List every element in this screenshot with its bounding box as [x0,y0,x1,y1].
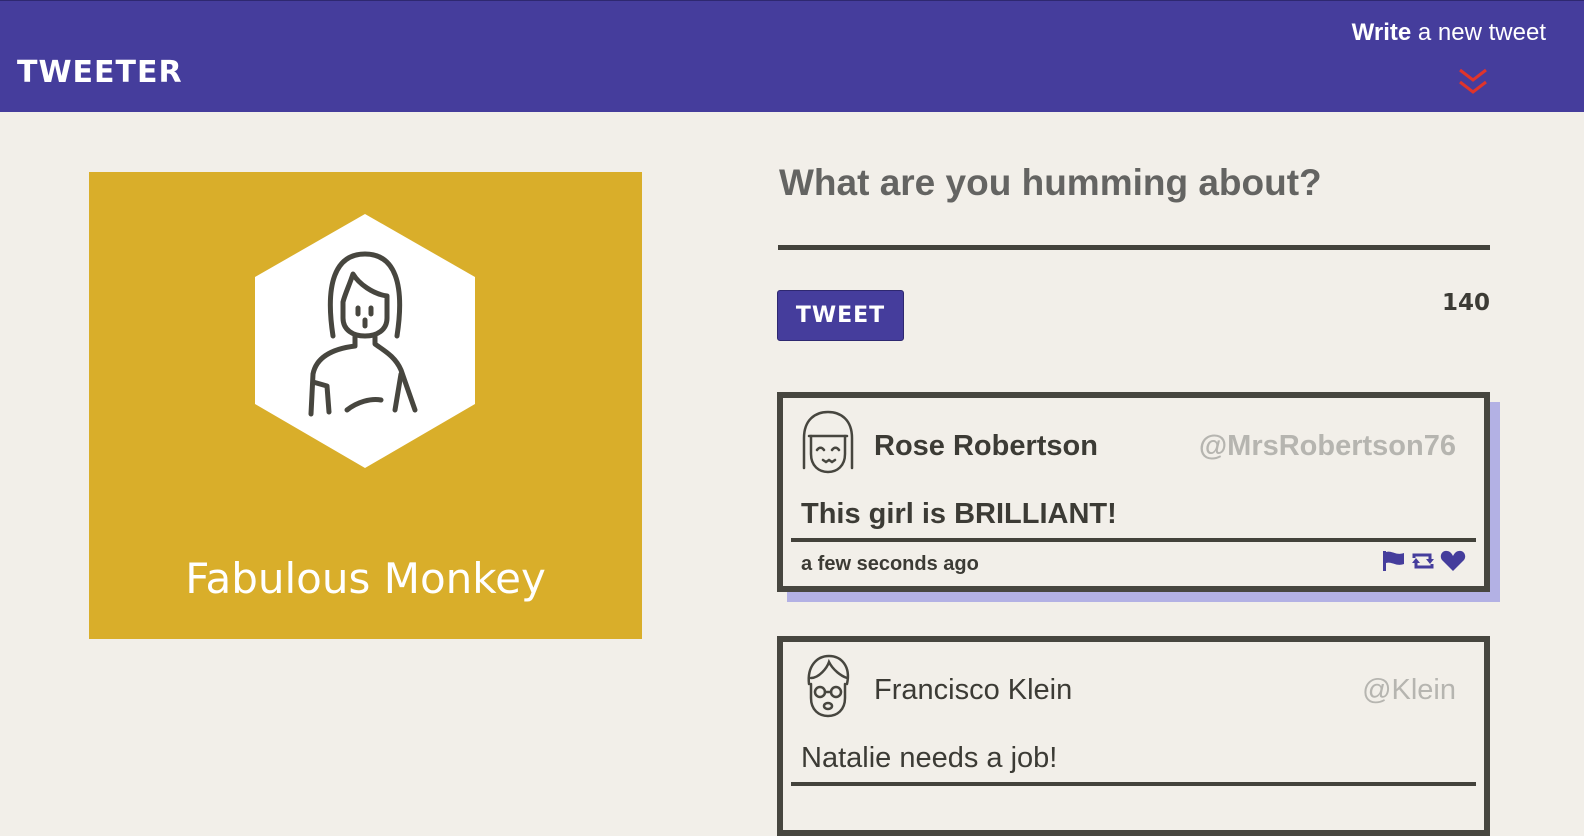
user-avatar-icon [255,214,475,468]
tweet-author-name[interactable]: Rose Robertson [874,430,1098,463]
tweet-text: This girl is BRILLIANT! [801,498,1117,530]
tweet-actions [1382,550,1466,577]
flag-icon[interactable] [1382,550,1406,577]
tweet-author-handle[interactable]: @MrsRobertson76 [1199,430,1456,463]
retweet-icon[interactable] [1410,550,1436,577]
avatar-icon [807,654,850,718]
tweet-author-handle[interactable]: @Klein [1362,674,1456,707]
top-nav: TWEETER Write a new tweet [0,0,1584,112]
tweet-timestamp: a few seconds ago [801,553,979,575]
write-label: Write [1351,19,1412,46]
heart-icon[interactable] [1440,550,1466,577]
compose-underline [778,245,1490,250]
char-counter: 140 [1441,290,1490,316]
tweet-author-name[interactable]: Francisco Klein [874,674,1072,707]
tweet-divider [791,538,1476,542]
brand-logo[interactable]: TWEETER [17,55,183,90]
profile-card: Fabulous Monkey [89,172,642,639]
new-tweet-label: a new tweet [1411,19,1546,46]
tweet-text: Natalie needs a job! [801,742,1058,774]
double-chevron-down-icon[interactable] [1456,67,1490,97]
tweet-card: Rose Robertson @MrsRobertson76 This girl… [777,392,1490,592]
tweet-divider [791,782,1476,786]
tweet-card: Francisco Klein @Klein Natalie needs a j… [777,636,1490,836]
write-tweet-link[interactable]: Write a new tweet [1352,19,1546,47]
compose-input[interactable]: What are you humming about? [779,162,1322,204]
profile-name: Fabulous Monkey [185,554,546,603]
tweet-button[interactable]: TWEET [777,290,904,341]
avatar-icon [802,410,854,474]
